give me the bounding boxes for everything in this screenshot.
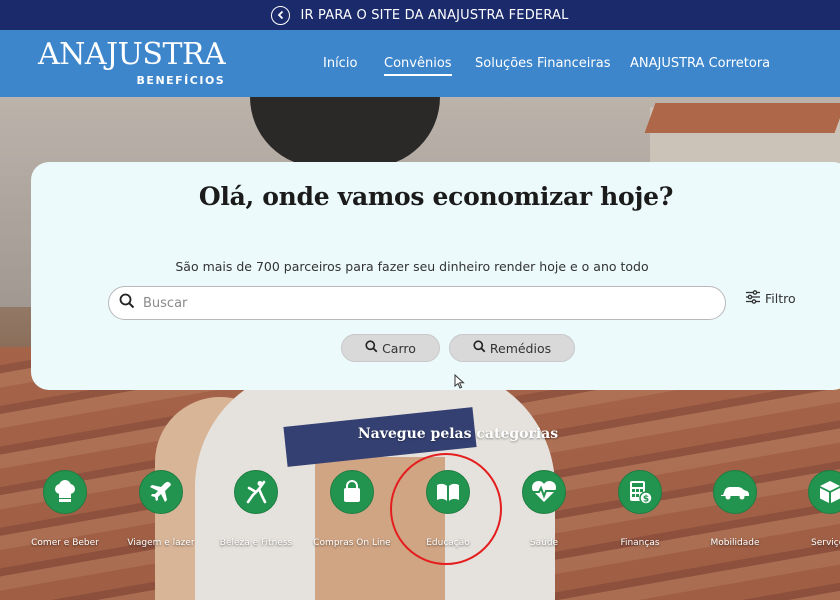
categories-title: Navegue pelas categorias (357, 426, 559, 442)
category-label: Beleza e Fitness (219, 538, 293, 548)
chef-hat-icon (43, 470, 87, 514)
svg-text:$: $ (643, 495, 649, 505)
airplane-icon (139, 470, 183, 514)
category-servicos[interactable]: Serviços (782, 470, 840, 549)
category-label: Compras On Line (313, 538, 391, 548)
search-card: Olá, onde vamos economizar hoje? São mai… (31, 162, 840, 390)
category-viagem-lazer[interactable]: Viagem e lazer (113, 470, 209, 549)
category-saude[interactable]: Saúde (496, 470, 592, 549)
logo[interactable]: ANAJUSTRA BENEFÍCIOS (38, 37, 226, 88)
quick-search-label: Carro (382, 340, 416, 356)
category-compras-online[interactable]: Compras On Line (304, 470, 400, 549)
filter-label: Filtro (765, 291, 796, 306)
category-financas[interactable]: $ Finanças (592, 470, 688, 549)
category-label: Comer e Beber (31, 538, 99, 548)
hero-title: Olá, onde vamos economizar hoje? (198, 182, 674, 211)
category-label: Saúde (529, 538, 559, 548)
nav-item-inicio[interactable]: Início (323, 56, 357, 71)
category-mobilidade[interactable]: Mobilidade (687, 470, 783, 549)
site-header: ANAJUSTRA BENEFÍCIOS Início Convênios So… (0, 30, 840, 97)
calculator-coin-icon: $ (618, 470, 662, 514)
category-label: Mobilidade (710, 538, 760, 548)
federal-site-link[interactable]: IR PARA O SITE DA ANAJUSTRA FEDERAL (0, 0, 840, 30)
category-label: Serviços (811, 538, 840, 548)
heart-pulse-icon (522, 470, 566, 514)
quick-search-remedios[interactable]: Remédios (449, 334, 575, 362)
box-icon (808, 470, 840, 514)
logo-sub: BENEFÍCIOS (136, 74, 226, 87)
search-icon (473, 340, 486, 356)
nav-item-corretora[interactable]: ANAJUSTRA Corretora (630, 56, 770, 71)
chevron-left-icon (271, 5, 291, 25)
educacao-highlight-circle (390, 453, 502, 565)
car-icon (713, 470, 757, 514)
search-input[interactable] (143, 295, 683, 311)
stretching-person-icon (234, 470, 278, 514)
shopping-bag-icon (330, 470, 374, 514)
filter-button[interactable]: Filtro (745, 289, 796, 308)
logo-main: ANAJUSTRA (38, 37, 226, 72)
category-beleza-fitness[interactable]: Beleza e Fitness (208, 470, 304, 549)
category-comer-beber[interactable]: Comer e Beber (17, 470, 113, 549)
mouse-pointer-icon (454, 374, 465, 389)
search-box[interactable] (108, 286, 726, 320)
nav-item-convenios[interactable]: Convênios (384, 56, 452, 76)
quick-search-label: Remédios (489, 340, 552, 356)
search-icon (365, 340, 378, 356)
quick-search-carro[interactable]: Carro (341, 334, 440, 362)
search-icon (119, 293, 135, 313)
nav-item-solucoes-financeiras[interactable]: Soluções Financeiras (475, 56, 611, 71)
category-label: Finanças (620, 538, 660, 548)
sliders-icon (745, 289, 761, 308)
hero-tagline: São mais de 700 parceiros para fazer seu… (175, 259, 649, 274)
category-label: Viagem e lazer (127, 538, 195, 548)
federal-site-label: IR PARA O SITE DA ANAJUSTRA FEDERAL (300, 7, 569, 23)
